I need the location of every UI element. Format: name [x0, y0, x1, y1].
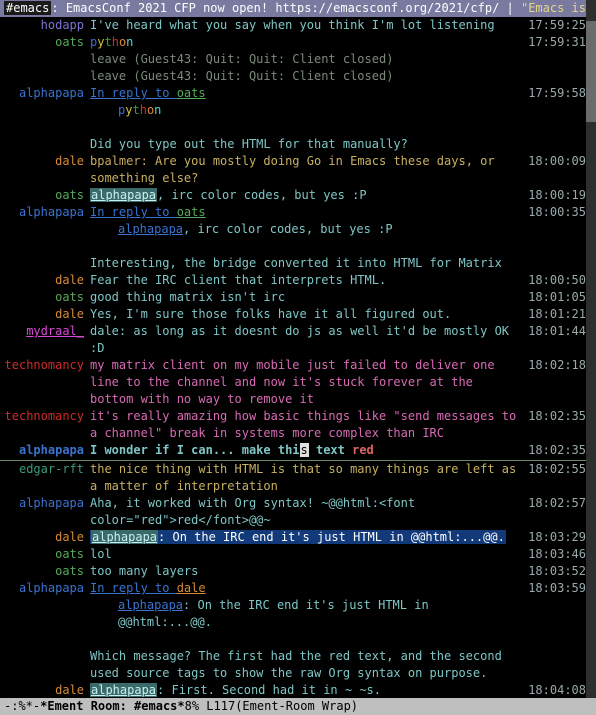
timestamp: 17:59:31 [526, 34, 586, 51]
reply-link[interactable]: In reply to [90, 581, 177, 595]
nick-alphapapa: alphapapa [19, 205, 84, 219]
nick-alphapapa: alphapapa [19, 496, 84, 510]
mode-line: -:%*- *Ement Room: #emacs* 8% L117 (Emen… [0, 698, 596, 715]
msg-row: Interesting, the bridge converted it int… [0, 255, 586, 272]
timestamp: 17:59:58 [526, 85, 586, 102]
msg-row: dale bpalmer: Are you mostly doing Go in… [0, 153, 586, 187]
timestamp: 18:04:08 [526, 682, 586, 698]
nick-hodapp: hodapp [41, 18, 84, 32]
mention-alphapapa[interactable]: alphapapa [91, 530, 158, 544]
message-area[interactable]: hodapp I've heard what you say when you … [0, 17, 586, 698]
mention-alphapapa[interactable]: alphapapa [90, 683, 157, 697]
nick-dale: dale [55, 683, 84, 697]
nick-edgar: edgar-rft [19, 462, 84, 476]
channel-topic-bar: #emacs: EmacsConf 2021 CFP now open! htt… [0, 0, 596, 17]
nick-oats: oats [55, 290, 84, 304]
nick-mydraal: mydraal_ [26, 324, 84, 338]
msg-row: dale alphapapa: First. Second had it in … [0, 682, 586, 698]
reply-link[interactable]: In reply to [90, 205, 177, 219]
timestamp: 18:03:29 [526, 529, 586, 546]
msg-row: hodapp I've heard what you say when you … [0, 17, 586, 34]
buffer-name: *Ement Room: #emacs* [40, 698, 185, 715]
quote-row: alphapapa, irc color codes, but yes :P [0, 221, 586, 238]
nick-technomancy: technomancy [5, 409, 84, 423]
timestamp: 18:03:59 [526, 580, 586, 597]
msg-row: alphapapa Aha, it worked with Org syntax… [0, 495, 586, 529]
timestamp: 18:02:35 [526, 408, 586, 425]
reply-target[interactable]: oats [177, 86, 206, 100]
nick-alphapapa: alphapapa [19, 443, 84, 457]
msg-row: alphapapa In reply to dale 18:03:59 [0, 580, 586, 597]
msg-row: alphapapa In reply to oats 17:59:58 [0, 85, 586, 102]
timestamp: 18:02:57 [526, 495, 586, 512]
timestamp: 18:00:19 [526, 187, 586, 204]
system-row: leave (Guest43: Quit: Quit: Client close… [0, 68, 586, 85]
mention-bpalmer: bpalmer [90, 154, 141, 168]
scrollbar-thumb[interactable] [586, 21, 596, 121]
timestamp: 18:02:18 [526, 357, 586, 374]
msg-row: edgar-rft the nice thing with HTML is th… [0, 461, 586, 495]
msg-row: dale alphapapa: On the IRC end it's just… [0, 529, 586, 546]
nick-dale: dale [55, 273, 84, 287]
msg-row-cursor: alphapapa I wonder if I can... make this… [0, 442, 586, 459]
timestamp: 18:02:35 [526, 442, 586, 459]
topic-text: EmacsConf 2021 CFP now open! https://ema… [66, 1, 507, 15]
msg-row: oats alphapapa, irc color codes, but yes… [0, 187, 586, 204]
msg-row: technomancy it's really amazing how basi… [0, 408, 586, 442]
nick-dale: dale [55, 307, 84, 321]
scrollbar[interactable] [586, 0, 596, 715]
reply-target[interactable]: dale [177, 581, 206, 595]
timestamp: 18:01:05 [526, 289, 586, 306]
msg-row: oats python 17:59:31 [0, 34, 586, 51]
msg-row: Did you type out the HTML for that manua… [0, 136, 586, 153]
nick-oats: oats [55, 547, 84, 561]
timestamp: 18:01:44 [526, 323, 586, 340]
timestamp: 18:00:50 [526, 272, 586, 289]
nick-oats: oats [55, 35, 84, 49]
timestamp: 18:00:09 [526, 153, 586, 170]
msg-row: dale Fear the IRC client that interprets… [0, 272, 586, 289]
channel-name: #emacs [4, 1, 51, 15]
nick-alphapapa: alphapapa [19, 581, 84, 595]
nick-oats: oats [55, 188, 84, 202]
mention-alphapapa[interactable]: alphapapa [90, 188, 157, 202]
msg-row: Which message? The first had the red tex… [0, 648, 586, 682]
system-row: leave (Guest43: Quit: Quit: Client close… [0, 51, 586, 68]
msg-row: technomancy my matrix client on my mobil… [0, 357, 586, 408]
nick-technomancy: technomancy [5, 358, 84, 372]
timestamp: 18:03:46 [526, 546, 586, 563]
msg-row: dale Yes, I'm sure those folks have it a… [0, 306, 586, 323]
msg-row: oats too many layers 18:03:52 [0, 563, 586, 580]
msg-row: oats good thing matrix isn't irc 18:01:0… [0, 289, 586, 306]
reply-target[interactable]: oats [177, 205, 206, 219]
nick-dale: dale [55, 154, 84, 168]
text-cursor: s [300, 443, 309, 457]
timestamp: 18:03:52 [526, 563, 586, 580]
nick-alphapapa: alphapapa [19, 86, 84, 100]
timestamp: 18:01:21 [526, 306, 586, 323]
nick-oats: oats [55, 564, 84, 578]
msg-row: oats lol 18:03:46 [0, 546, 586, 563]
timestamp: 18:02:55 [526, 461, 586, 478]
quote-row: alphapapa: On the IRC end it's just HTML… [0, 597, 586, 631]
timestamp: 18:00:35 [526, 204, 586, 221]
msg-row: mydraal_ dale: as long as it doesnt do j… [0, 323, 586, 357]
timestamp: 17:59:25 [526, 17, 586, 34]
mode-indicator: (Ement-Room Wrap) [235, 698, 358, 715]
quote-row: python [0, 102, 586, 119]
nick-dale: dale [55, 530, 84, 544]
msg-row: alphapapa In reply to oats 18:00:35 [0, 204, 586, 221]
reply-link[interactable]: In reply to [90, 86, 177, 100]
